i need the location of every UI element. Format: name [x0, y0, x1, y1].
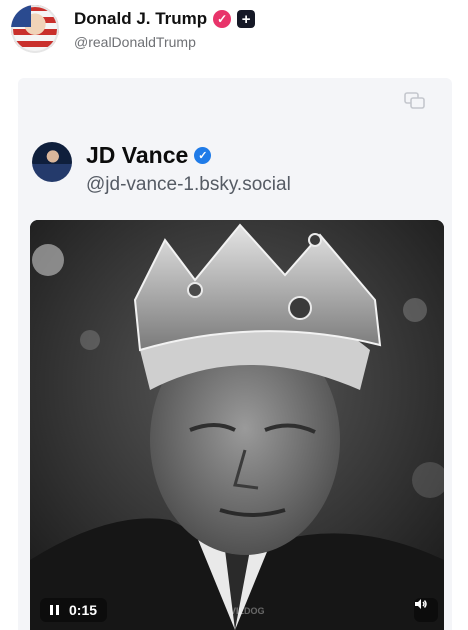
- quoted-author-name[interactable]: JD Vance: [86, 142, 188, 169]
- post-header: Donald J. Trump ✓ + @realDonaldTrump: [0, 0, 468, 70]
- video-watermark: VILDOG: [230, 606, 265, 616]
- pause-icon[interactable]: [50, 605, 59, 615]
- author-name[interactable]: Donald J. Trump: [74, 9, 207, 29]
- avatar[interactable]: [11, 5, 59, 53]
- quoted-avatar[interactable]: [32, 142, 72, 182]
- quoted-post-card[interactable]: JD Vance ✓ @jd-vance-1.bsky.social 0:15 …: [18, 78, 452, 630]
- plus-icon[interactable]: +: [237, 10, 256, 28]
- video-player[interactable]: 0:15 VILDOG: [30, 220, 444, 630]
- verified-badge-icon: ✓: [213, 10, 232, 28]
- quoted-author-handle[interactable]: @jd-vance-1.bsky.social: [86, 174, 291, 196]
- author-handle[interactable]: @realDonaldTrump: [74, 34, 196, 50]
- video-frame: [30, 220, 444, 630]
- verified-check-icon: ✓: [194, 147, 212, 164]
- playback-controls: 0:15: [40, 598, 108, 622]
- video-timestamp: 0:15: [69, 602, 98, 618]
- speaker-icon: [415, 599, 427, 609]
- volume-button[interactable]: [414, 598, 438, 622]
- repost-icon[interactable]: [404, 92, 426, 110]
- quoted-author-row: JD Vance ✓: [86, 142, 212, 169]
- author-row: Donald J. Trump ✓ +: [74, 9, 256, 29]
